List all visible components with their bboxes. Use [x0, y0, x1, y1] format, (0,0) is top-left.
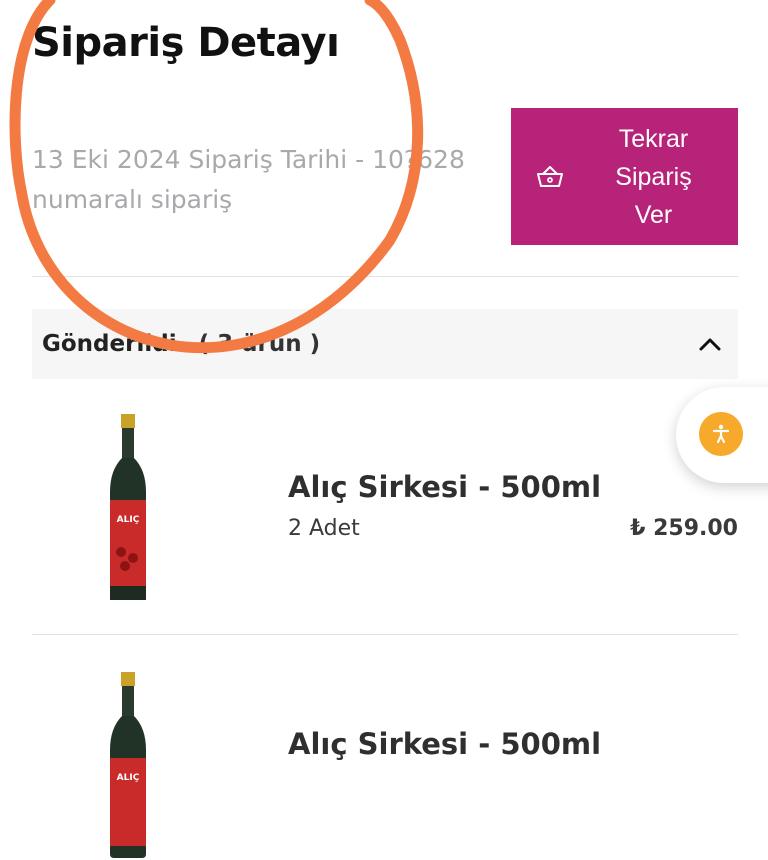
- order-meta: 13 Eki 2024 Sipariş Tarihi - 10?628 numa…: [32, 140, 492, 220]
- shipment-accordion-header[interactable]: Gönderildi ( 3 ürün ): [32, 309, 738, 379]
- divider: [32, 276, 738, 277]
- chevron-up-icon[interactable]: [698, 336, 722, 352]
- divider: [32, 634, 738, 635]
- product-name[interactable]: Alıç Sirkesi - 500ml: [288, 727, 601, 761]
- product-image: ALIÇ: [110, 672, 146, 858]
- basket-icon: [519, 164, 581, 190]
- reorder-button[interactable]: Tekrar Sipariş Ver: [511, 108, 738, 245]
- shipment-item-count: ( 3 ürün ): [198, 331, 321, 357]
- product-price: ₺ 259.00: [630, 516, 738, 541]
- shipment-status: Gönderildi: [42, 331, 177, 357]
- product-image: ALIÇ: [110, 414, 146, 600]
- product-quantity: 2 Adet: [288, 516, 360, 541]
- accessibility-icon[interactable]: [699, 412, 743, 456]
- product-label-text: ALIÇ: [117, 515, 140, 525]
- reorder-button-label: Tekrar Sipariş Ver: [615, 124, 692, 229]
- product-label-text: ALIÇ: [117, 773, 140, 783]
- order-date-number: 13 Eki 2024 Sipariş Tarihi - 10?628: [32, 145, 465, 174]
- product-name[interactable]: Alıç Sirkesi - 500ml: [288, 470, 601, 504]
- page-title: Sipariş Detayı: [32, 20, 340, 66]
- order-number-suffix: numaralı sipariş: [32, 185, 233, 214]
